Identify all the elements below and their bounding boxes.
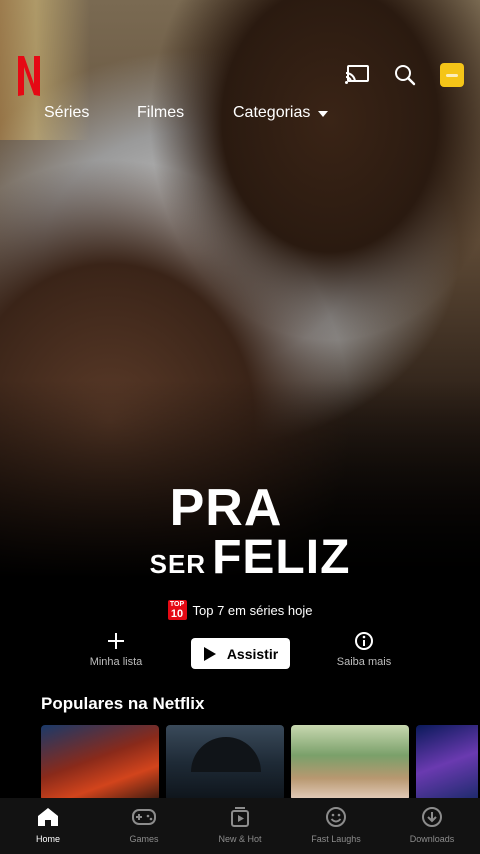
hero-title-line2: SER FELIZ: [10, 530, 480, 585]
bottom-tab-label: Fast Laughs: [311, 834, 361, 844]
play-button[interactable]: Assistir: [191, 638, 290, 669]
bottom-tab-downloads[interactable]: Downloads: [384, 798, 480, 854]
info-icon: [304, 628, 424, 654]
bottom-tab-home[interactable]: Home: [0, 798, 96, 854]
hero-title-line1: PRA: [169, 479, 283, 537]
my-list-button[interactable]: Minha lista: [56, 628, 176, 668]
nav-categories[interactable]: Categorias: [233, 104, 329, 122]
nav-series[interactable]: Séries: [44, 104, 137, 122]
top10-badge-top: TOP: [169, 601, 185, 608]
netflix-logo[interactable]: [16, 54, 42, 98]
title-thumbnail[interactable]: [291, 725, 409, 801]
bottom-tab-label: Games: [129, 834, 159, 844]
title-thumbnail[interactable]: [41, 725, 159, 801]
top10-badge-icon: TOP 10: [167, 600, 187, 620]
profile-avatar[interactable]: [440, 63, 464, 87]
nav-movies[interactable]: Filmes: [137, 104, 233, 122]
bottom-tab-label: Downloads: [409, 834, 455, 844]
smile-icon: [325, 806, 347, 828]
title-thumbnail[interactable]: [166, 725, 284, 801]
title-thumbnail[interactable]: [416, 725, 478, 801]
top-actions: [344, 62, 464, 88]
bottom-tab-label: Home: [35, 834, 60, 844]
play-icon: [203, 646, 216, 661]
bottom-tab-games[interactable]: Games: [96, 798, 192, 854]
bottom-nav: Home Games New & Hot Fast Laughs Downloa…: [0, 798, 480, 854]
hero-actions: Minha lista Assistir Saiba mais: [0, 628, 480, 674]
top10-ranking: TOP 10 Top 7 em séries hoje: [0, 600, 480, 620]
play-label: Assistir: [226, 645, 279, 662]
top-bar: [0, 50, 480, 100]
more-info-label: Saiba mais: [336, 656, 392, 668]
ranking-text: Top 7 em séries hoje: [192, 602, 313, 618]
bottom-tab-fast-laughs[interactable]: Fast Laughs: [288, 798, 384, 854]
row-title: Populares na Netflix: [41, 694, 205, 713]
play-stack-icon: [229, 806, 251, 828]
gamepad-icon: [131, 806, 157, 828]
plus-icon: [56, 628, 176, 654]
download-icon: [421, 806, 443, 828]
more-info-button[interactable]: Saiba mais: [304, 628, 424, 668]
search-icon[interactable]: [392, 62, 418, 88]
bottom-tab-label: New & Hot: [218, 834, 262, 844]
chevron-down-icon: [318, 111, 329, 117]
home-icon: [36, 806, 60, 828]
my-list-label: Minha lista: [89, 656, 143, 668]
nav-categories-label: Categorias: [233, 104, 311, 121]
hero-title-big: FELIZ: [212, 531, 351, 584]
hero-title-small: SER: [149, 549, 207, 579]
cast-icon[interactable]: [344, 62, 370, 88]
category-nav: Séries Filmes Categorias: [44, 104, 329, 122]
bottom-tab-new-hot[interactable]: New & Hot: [192, 798, 288, 854]
top10-badge-num: 10: [170, 608, 184, 620]
title-row: [41, 725, 478, 801]
